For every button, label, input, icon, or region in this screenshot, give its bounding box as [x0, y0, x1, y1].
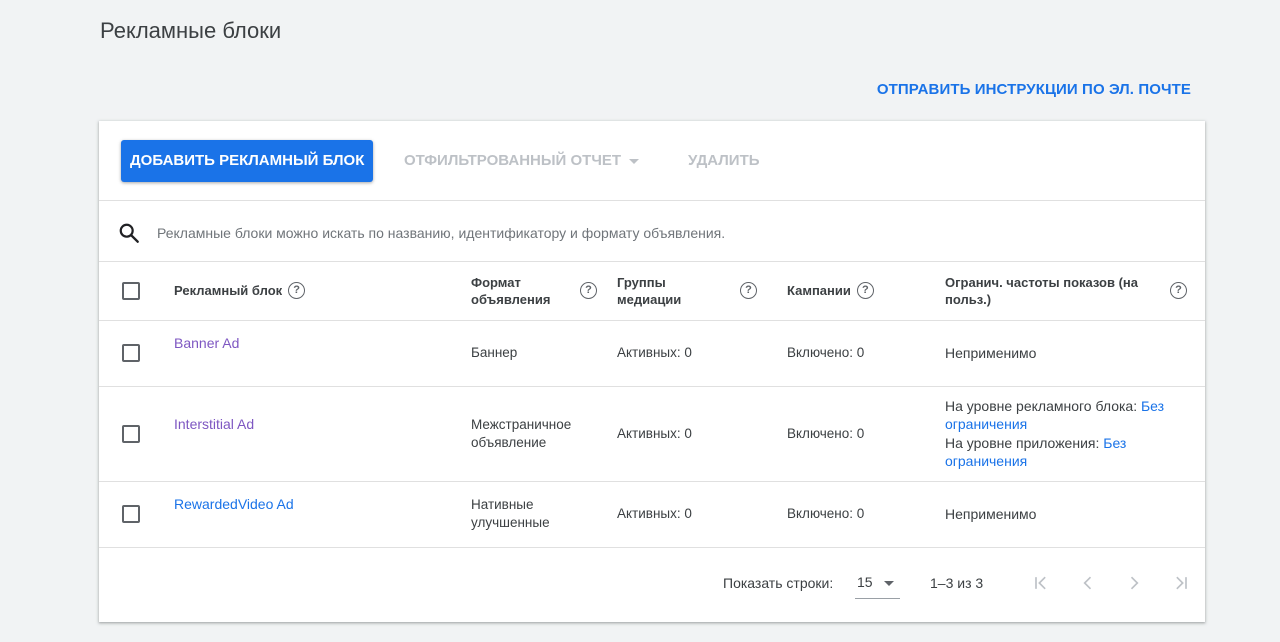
- search-icon: [119, 223, 139, 243]
- rows-per-page-select[interactable]: 15: [855, 569, 900, 599]
- frequency-cap-cell: Неприменимо: [945, 481, 1205, 548]
- mediation-groups-cell: Активных: 0: [617, 386, 787, 482]
- help-icon[interactable]: ?: [740, 282, 757, 300]
- ad-unit-name-link[interactable]: Banner Ad: [174, 335, 471, 351]
- header-mediation-groups: Группы медиации: [617, 274, 682, 307]
- campaigns-cell: Включено: 0: [787, 386, 945, 482]
- search-input[interactable]: [157, 220, 1157, 246]
- chevron-right-icon: [1130, 576, 1139, 590]
- email-instructions-link[interactable]: ОТПРАВИТЬ ИНСТРУКЦИИ ПО ЭЛ. ПОЧТЕ: [877, 81, 1191, 98]
- delete-button[interactable]: УДАЛИТЬ: [688, 140, 760, 182]
- next-page-button[interactable]: [1120, 569, 1148, 597]
- last-page-button[interactable]: [1167, 569, 1195, 597]
- table-row: Interstitial Ad Межстраничное объявление…: [99, 386, 1205, 482]
- header-frequency-cap: Огранич. частоты показов (на польз.): [945, 274, 1138, 307]
- prev-page-button[interactable]: [1074, 569, 1102, 597]
- ad-units-card: ДОБАВИТЬ РЕКЛАМНЫЙ БЛОК ОТФИЛЬТРОВАННЫЙ …: [99, 121, 1205, 622]
- table-row: Banner Ad Баннер Активных: 0 Включено: 0…: [99, 320, 1205, 387]
- ad-format-cell: Нативные улучшенные: [471, 481, 617, 548]
- last-page-icon: [1176, 576, 1187, 590]
- ad-format-cell: Межстраничное объявление: [471, 386, 617, 482]
- caret-down-icon: [884, 581, 894, 586]
- first-page-icon: [1035, 576, 1046, 590]
- frequency-cap-cell: Неприменимо: [945, 320, 1205, 387]
- help-icon[interactable]: ?: [580, 282, 597, 300]
- freq-app-label: На уровне приложения:: [945, 434, 1100, 451]
- mediation-groups-cell: Активных: 0: [617, 320, 787, 387]
- ad-format-cell: Баннер: [471, 320, 617, 387]
- header-campaigns: Кампании: [787, 283, 851, 299]
- ad-unit-name-link[interactable]: RewardedVideo Ad: [174, 496, 471, 512]
- help-icon[interactable]: ?: [856, 282, 874, 300]
- filtered-report-button[interactable]: ОТФИЛЬТРОВАННЫЙ ОТЧЕТ: [404, 140, 640, 182]
- page-title: Рекламные блоки: [100, 18, 282, 43]
- header-ad-format: Формат объявления: [471, 274, 551, 307]
- ad-unit-name-link[interactable]: Interstitial Ad: [174, 416, 471, 432]
- table-header-row: Рекламный блок ? Формат объявления ? Гру…: [99, 262, 1205, 321]
- help-icon[interactable]: ?: [1170, 282, 1187, 300]
- filtered-report-label: ОТФИЛЬТРОВАННЫЙ ОТЧЕТ: [404, 152, 622, 169]
- ad-units-table: Рекламный блок ? Формат объявления ? Гру…: [99, 262, 1205, 548]
- search-bar: [99, 201, 1205, 262]
- toolbar: ДОБАВИТЬ РЕКЛАМНЫЙ БЛОК ОТФИЛЬТРОВАННЫЙ …: [99, 121, 1205, 201]
- table-pagination: Показать строки: 15 1–3 из 3: [99, 547, 1205, 622]
- frequency-cap-cell: На уровне рекламного блока: Без ограниче…: [945, 386, 1205, 482]
- chevron-left-icon: [1083, 576, 1092, 590]
- page-range: 1–3 из 3: [930, 575, 984, 591]
- help-icon[interactable]: ?: [288, 282, 306, 300]
- row-checkbox[interactable]: [122, 505, 140, 524]
- rows-per-page-value: 15: [857, 574, 873, 590]
- campaigns-cell: Включено: 0: [787, 481, 945, 548]
- campaigns-cell: Включено: 0: [787, 320, 945, 387]
- table-row: RewardedVideo Ad Нативные улучшенные Акт…: [99, 481, 1205, 548]
- row-checkbox[interactable]: [122, 344, 140, 363]
- freq-block-label: На уровне рекламного блока:: [945, 397, 1138, 414]
- row-checkbox[interactable]: [122, 424, 140, 443]
- mediation-groups-cell: Активных: 0: [617, 481, 787, 548]
- add-ad-unit-button[interactable]: ДОБАВИТЬ РЕКЛАМНЫЙ БЛОК: [121, 140, 374, 182]
- first-page-button[interactable]: [1027, 569, 1055, 597]
- select-all-checkbox[interactable]: [122, 282, 140, 301]
- header-ad-unit: Рекламный блок: [174, 283, 283, 299]
- caret-down-icon: [629, 158, 640, 164]
- rows-per-page-label: Показать строки:: [723, 575, 834, 591]
